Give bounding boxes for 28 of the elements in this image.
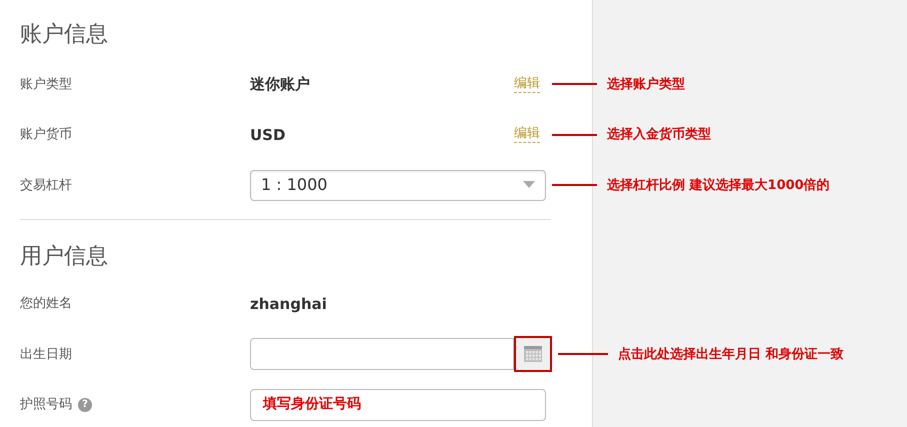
field-value: 迷你账户: [250, 74, 310, 95]
calendar-button[interactable]: [514, 336, 552, 372]
annotation-text: 选择账户类型: [607, 76, 685, 94]
leverage-select[interactable]: 1 : 1000: [250, 170, 546, 201]
help-icon[interactable]: ?: [78, 398, 92, 412]
date-field[interactable]: [250, 338, 514, 370]
field-value: zhanghai: [250, 294, 327, 314]
edit-link[interactable]: 编辑: [514, 76, 540, 93]
field-label: 账户货币: [20, 126, 72, 144]
dropdown-caret-icon: [523, 181, 535, 190]
leader-line: [558, 353, 608, 356]
field-label: 您的姓名: [20, 295, 72, 313]
edit-link[interactable]: 编辑: [514, 126, 540, 144]
field-label: 护照号码: [20, 396, 72, 414]
annotation-text: 选择杠杆比例 建议选择最大1000倍的: [607, 176, 830, 194]
leader-line: [552, 134, 597, 136]
annotation-text: 选择入金货币类型: [607, 126, 711, 144]
passport-field[interactable]: 填写身份证号码: [250, 388, 546, 421]
field-label: 交易杠杆: [20, 176, 72, 194]
leader-line: [552, 184, 597, 186]
leader-line: [552, 83, 597, 86]
annotation-text: 点击此处选择出生年月日 和身份证一致: [618, 346, 844, 364]
field-label: 出生日期: [20, 346, 72, 364]
calendar-icon: [523, 344, 543, 364]
field-label: 账户类型: [20, 76, 72, 94]
section-title: 账户信息: [20, 22, 108, 47]
field-value: USD: [250, 124, 286, 146]
section-title: 用户信息: [20, 244, 108, 268]
